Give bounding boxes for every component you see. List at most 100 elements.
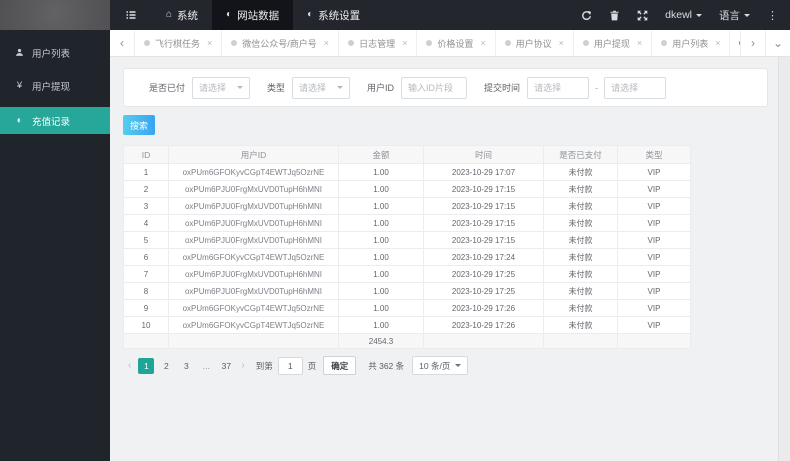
tab-label: 用户列表	[672, 38, 709, 49]
tab-日志管理[interactable]: 日志管理 ×	[339, 30, 418, 56]
sidebar-item-user-withdraw[interactable]: ¥ 用户提现	[0, 72, 110, 99]
next-page-icon[interactable]: ›	[236, 360, 249, 371]
more-options-icon[interactable]: ⋮	[767, 9, 778, 22]
cell: 1.00	[338, 265, 424, 283]
table-row: 8 oxPUm6PJU0FrgMxUVD0TupH6hMNI 1.00 2023-10…	[123, 282, 691, 300]
cell: oxPUm6PJU0FrgMxUVD0TupH6hMNI	[168, 231, 339, 249]
cell: oxPUm6GFOKyvCGpT4EWTJq5OzrNE	[168, 316, 339, 334]
cell: VIP	[617, 197, 691, 215]
topnav-item-system[interactable]: ⌂ 系统	[152, 0, 212, 30]
tab-close-icon[interactable]: ×	[715, 38, 720, 48]
tabs-collapse-icon[interactable]: ⌄	[765, 30, 790, 56]
tab-用户提现[interactable]: 用户提现 ×	[574, 30, 653, 56]
tab-close-icon[interactable]: ×	[402, 38, 407, 48]
cell: oxPUm6GFOKyvCGpT4EWTJq5OzrNE	[168, 163, 339, 181]
tab-飞行棋任务[interactable]: 飞行棋任务 ×	[135, 30, 223, 56]
cell: 6	[123, 248, 169, 266]
prev-page-icon[interactable]: ‹	[123, 360, 136, 371]
page-number[interactable]: 37	[218, 358, 234, 374]
tab-status-dot	[231, 40, 238, 46]
tab-微信公众号/商户号[interactable]: 微信公众号/商户号 ×	[222, 30, 340, 56]
page-number[interactable]: 3	[178, 358, 194, 374]
goto-confirm-button[interactable]: 确定	[323, 356, 357, 375]
topbar-actions: dkewl 语言 ⋮	[581, 8, 790, 23]
menu-toggle-icon[interactable]	[110, 0, 152, 30]
cell: 1.00	[338, 163, 424, 181]
tab-close-icon[interactable]: ×	[480, 38, 485, 48]
total-count-label: 共 362 条	[368, 360, 405, 371]
tabs-scroll-right-icon[interactable]: ›	[740, 30, 765, 56]
cell: 未付款	[543, 214, 618, 232]
yen-icon: ¥	[16, 79, 23, 91]
time-end-input[interactable]	[604, 76, 667, 99]
trash-icon[interactable]	[609, 10, 620, 21]
tab-label: 微信公众号/商户号	[242, 38, 317, 49]
tab-close-icon[interactable]: ×	[637, 38, 642, 48]
cell: 未付款	[543, 231, 618, 249]
table-row: 4 oxPUm6PJU0FrgMxUVD0TupH6hMNI 1.00 2023-10…	[123, 214, 691, 232]
refresh-icon[interactable]	[581, 10, 592, 21]
search-button[interactable]: 搜索	[123, 115, 156, 135]
tab-label: 价格设置	[437, 38, 474, 49]
cell: oxPUm6GFOKyvCGpT4EWTJq5OzrNE	[168, 248, 339, 266]
tab-label: 日志管理	[359, 38, 396, 49]
fullscreen-icon[interactable]	[637, 10, 648, 21]
topnav-item-system-settings[interactable]: ◐ 系统设置	[293, 0, 374, 30]
tab-价格设置[interactable]: 价格设置 ×	[417, 30, 496, 56]
page-size-select[interactable]: 10 条/页	[412, 356, 469, 375]
adjust-icon: ◐	[226, 9, 233, 20]
column-header: ID	[123, 145, 169, 164]
tab-用户协议[interactable]: 用户协议 ×	[496, 30, 574, 56]
column-header: 时间	[423, 145, 544, 164]
paid-select[interactable]: 请选择	[192, 76, 251, 99]
time-start-input[interactable]	[527, 76, 590, 99]
cell: 未付款	[543, 282, 618, 300]
tabs-scroll-left-icon[interactable]: ‹	[110, 30, 135, 56]
open-tabs: 飞行棋任务 × 微信公众号/商户号 × 日志管理 × 价格设置 × 用户协议 × 用户提现 × 用户列表…	[135, 30, 740, 56]
type-filter-label: 类型	[267, 83, 286, 93]
user-id-input[interactable]	[401, 76, 468, 99]
tab-close-icon[interactable]: ×	[559, 38, 564, 48]
sidebar-item-label: 用户提现	[32, 81, 71, 93]
topnav-label: 网站数据	[237, 9, 280, 22]
goto-page-input[interactable]	[277, 356, 303, 375]
page-size-value: 10 条/页	[419, 360, 451, 371]
type-select[interactable]: 请选择	[292, 76, 351, 99]
cell: 1.00	[338, 214, 424, 232]
user-menu[interactable]: dkewl	[665, 9, 702, 21]
cell: VIP	[617, 299, 691, 317]
tab-label: 飞行棋任务	[155, 38, 201, 49]
cell: VIP	[617, 163, 691, 181]
total-row: 2454.3	[123, 333, 691, 349]
adjust-icon: ◐	[16, 114, 23, 126]
tab-status-dot	[426, 40, 433, 46]
range-separator: -	[595, 82, 599, 93]
table-row: 6 oxPUm6GFOKyvCGpT4EWTJq5OzrNE 1.00 2023-10…	[123, 248, 691, 266]
cell: 2023-10-29 17:24	[423, 248, 544, 266]
sidebar-item-label: 充值记录	[32, 116, 71, 128]
sidebar-item-user-list[interactable]: 用户列表	[0, 39, 110, 66]
cell: 1.00	[338, 316, 424, 334]
page-number[interactable]: 1	[138, 357, 155, 374]
page-numbers: 1 2 3... 37	[136, 357, 236, 374]
tab-status-dot	[348, 40, 355, 46]
cell: oxPUm6PJU0FrgMxUVD0TupH6hMNI	[168, 180, 339, 198]
cell: VIP	[617, 231, 691, 249]
scrollbar[interactable]	[778, 57, 790, 461]
table-header: ID 用户ID 金额 时间 是否已支付 类型	[123, 145, 691, 164]
filter-user-id: 用户ID	[367, 76, 468, 99]
table-row: 7 oxPUm6PJU0FrgMxUVD0TupH6hMNI 1.00 2023-10…	[123, 265, 691, 283]
tab-用户列表[interactable]: 用户列表 ×	[652, 30, 731, 56]
topnav-item-site-data[interactable]: ◐ 网站数据	[212, 0, 294, 30]
table-row: 2 oxPUm6PJU0FrgMxUVD0TupH6hMNI 1.00 2023-10…	[123, 180, 691, 198]
tab-close-icon[interactable]: ×	[207, 38, 212, 48]
language-menu[interactable]: 语言	[719, 8, 750, 23]
table-footer: 2454.3	[123, 333, 691, 349]
cell: oxPUm6GFOKyvCGpT4EWTJq5OzrNE	[168, 299, 339, 317]
page-number[interactable]: 2	[158, 358, 174, 374]
tab-close-icon[interactable]: ×	[324, 38, 329, 48]
cell: 未付款	[543, 316, 618, 334]
time-filter-label: 提交时间	[484, 83, 521, 93]
sidebar-item-recharge-records[interactable]: ◐ 充值记录	[0, 107, 110, 134]
tab-充值记录[interactable]: 充值记录×	[730, 30, 740, 56]
